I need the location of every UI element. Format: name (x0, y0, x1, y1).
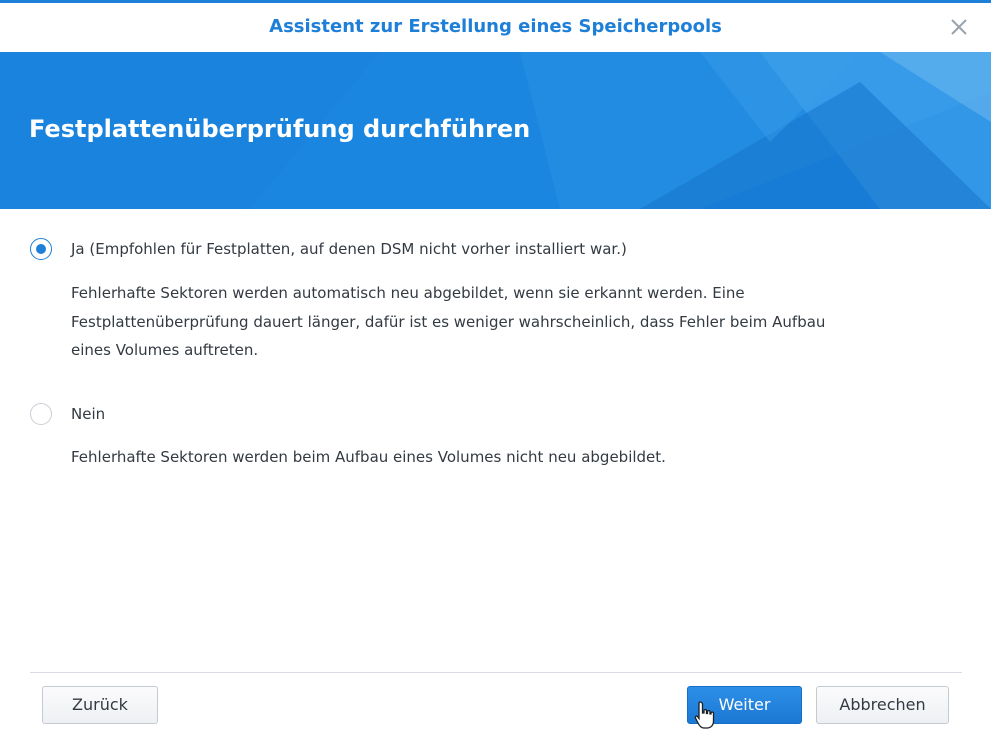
window-title: Assistent zur Erstellung eines Speicherp… (269, 16, 722, 37)
option-yes-description-line: Festplattenüberprüfung dauert länger, da… (71, 312, 826, 331)
radio-yes[interactable] (30, 238, 52, 260)
close-icon[interactable] (949, 17, 969, 37)
back-button[interactable]: Zurück (42, 686, 158, 724)
option-no-label[interactable]: Nein (71, 405, 105, 423)
cancel-button[interactable]: Abbrechen (816, 686, 949, 724)
window-titlebar: Assistent zur Erstellung eines Speicherp… (0, 0, 991, 52)
option-no-description: Fehlerhafte Sektoren werden beim Aufbau … (71, 443, 941, 472)
option-yes-description-line: eines Volumes auftreten. (71, 341, 259, 359)
radio-no[interactable] (30, 403, 52, 425)
footer-divider (30, 672, 962, 673)
option-yes-description: Fehlerhafte Sektoren werden automatisch … (71, 279, 941, 365)
option-no-description-line: Fehlerhafte Sektoren werden beim Aufbau … (71, 448, 666, 466)
option-yes-description-line: Fehlerhafte Sektoren werden automatisch … (71, 284, 745, 302)
wizard-banner: Festplattenüberprüfung durchführen (0, 52, 991, 209)
page-title: Festplattenüberprüfung durchführen (29, 115, 531, 143)
next-button[interactable]: Weiter (687, 686, 802, 724)
option-yes-label[interactable]: Ja (Empfohlen für Festplatten, auf denen… (71, 240, 627, 258)
